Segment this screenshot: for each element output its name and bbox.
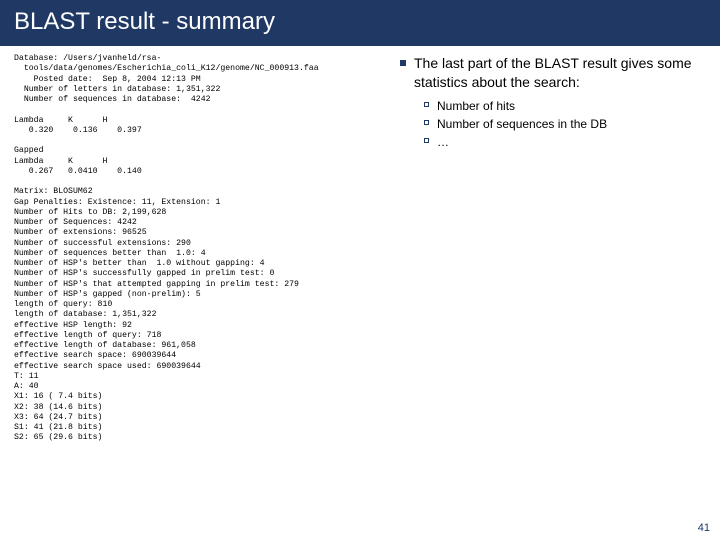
summary-panel: The last part of the BLAST result gives …: [394, 54, 710, 444]
summary-subitem-text: …: [437, 134, 449, 150]
blast-output-block: Database: /Users/jvanheld/rsa- tools/dat…: [14, 54, 394, 444]
summary-subitem-text: Number of sequences in the DB: [437, 116, 607, 132]
slide-content: Database: /Users/jvanheld/rsa- tools/dat…: [0, 46, 720, 444]
slide-title: BLAST result - summary: [14, 8, 275, 36]
bullet-solid-icon: [400, 60, 406, 66]
summary-intro-row: The last part of the BLAST result gives …: [400, 54, 710, 92]
bullet-hollow-icon: [424, 102, 429, 107]
slide-title-bar: BLAST result - summary: [0, 0, 720, 46]
page-number: 41: [698, 522, 710, 534]
summary-subitem: Number of hits: [424, 98, 710, 114]
bullet-hollow-icon: [424, 120, 429, 125]
summary-subitem: …: [424, 134, 710, 150]
summary-subitem: Number of sequences in the DB: [424, 116, 710, 132]
bullet-hollow-icon: [424, 138, 429, 143]
summary-intro-text: The last part of the BLAST result gives …: [414, 54, 710, 92]
summary-sublist: Number of hits Number of sequences in th…: [424, 98, 710, 151]
summary-subitem-text: Number of hits: [437, 98, 515, 114]
